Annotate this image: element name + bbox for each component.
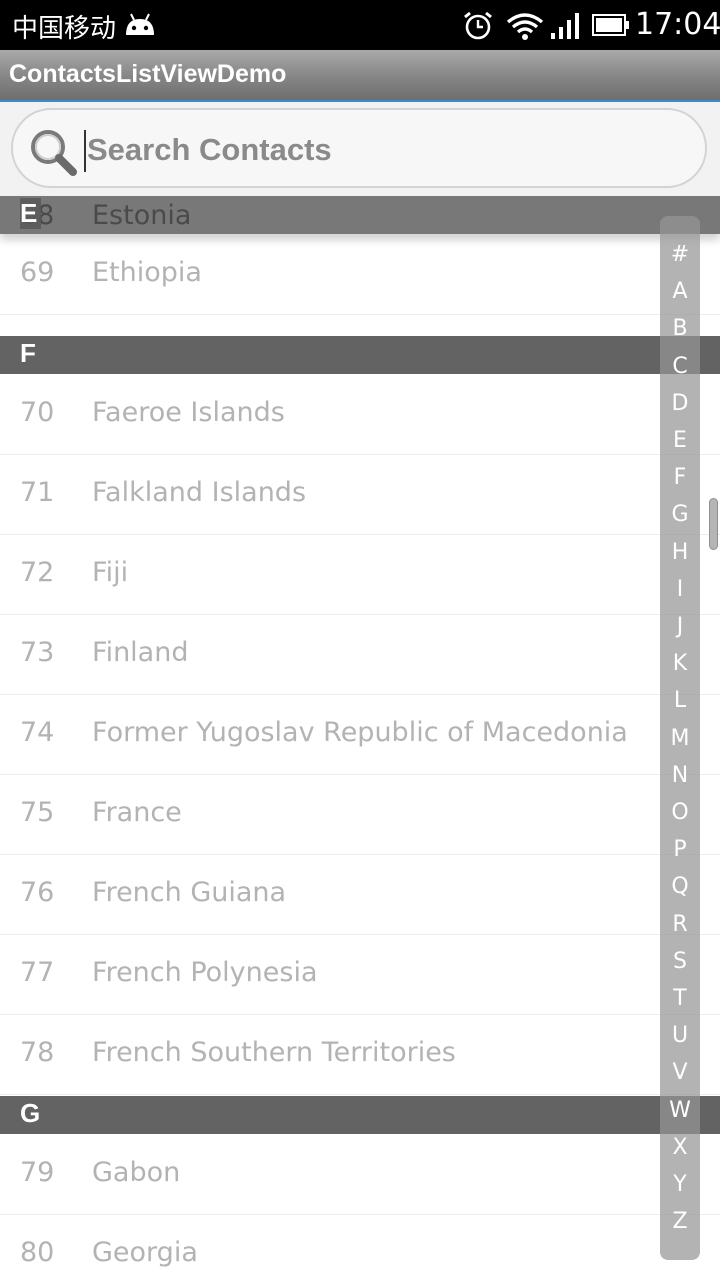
app-title: ContactsListViewDemo	[9, 60, 287, 88]
item-name: Former Yugoslav Republic of Macedonia	[92, 717, 628, 748]
section-letter: G	[20, 1098, 41, 1128]
index-letter-v[interactable]: V	[660, 1060, 700, 1086]
list-item[interactable]: 72 Fiji	[0, 535, 720, 615]
alarm-icon	[464, 11, 492, 40]
index-letter-q[interactable]: Q	[660, 874, 700, 900]
index-letter-d[interactable]: D	[660, 391, 700, 417]
alphabet-index-bar[interactable]: # A B C D E F G H I J K L M N O P Q R S T U V W X Y Z	[660, 216, 700, 1260]
index-letter-m[interactable]: M	[660, 726, 700, 752]
clock: 17:04	[635, 7, 720, 42]
index-letter-l[interactable]: L	[660, 688, 700, 714]
item-number: 69	[20, 257, 55, 288]
item-number: 80	[20, 1237, 55, 1268]
index-letter-i[interactable]: I	[660, 577, 700, 603]
section-header-f: F	[0, 336, 720, 374]
item-name: Fiji	[92, 557, 129, 588]
index-letter-f[interactable]: F	[660, 465, 700, 491]
item-name: French Southern Territories	[92, 1037, 456, 1068]
index-letter-y[interactable]: Y	[660, 1172, 700, 1198]
list-item[interactable]: 78 French Southern Territories	[0, 1015, 720, 1095]
item-number: 78	[20, 1037, 55, 1068]
index-letter-b[interactable]: B	[660, 316, 700, 342]
item-name: Ethiopia	[92, 257, 202, 288]
item-name: Finland	[92, 637, 189, 668]
list-item[interactable]: 70 Faeroe Islands	[0, 375, 720, 455]
item-name: Falkland Islands	[92, 477, 307, 508]
list-item[interactable]: 73 Finland	[0, 615, 720, 695]
index-letter-o[interactable]: O	[660, 800, 700, 826]
index-letter-z[interactable]: Z	[660, 1209, 700, 1235]
list-item[interactable]: 80 Georgia	[0, 1215, 720, 1280]
item-name: French Guiana	[92, 877, 287, 908]
list-item[interactable]: 79 Gabon	[0, 1135, 720, 1215]
index-letter-w[interactable]: W	[660, 1098, 700, 1124]
item-name: France	[92, 797, 182, 828]
list-item[interactable]: 71 Falkland Islands	[0, 455, 720, 535]
list-item[interactable]: 74 Former Yugoslav Republic of Macedonia	[0, 695, 720, 775]
index-letter-a[interactable]: A	[660, 279, 700, 305]
index-letter-h[interactable]: H	[660, 540, 700, 566]
section-letter: E	[20, 198, 42, 229]
list-item[interactable]: 77 French Polynesia	[0, 935, 720, 1015]
item-name: Faeroe Islands	[92, 397, 285, 428]
item-number: 70	[20, 397, 55, 428]
item-name: Georgia	[92, 1237, 198, 1268]
index-letter-hash[interactable]: #	[660, 242, 700, 268]
item-number: 77	[20, 957, 55, 988]
item-number: 72	[20, 557, 55, 588]
item-number: 79	[20, 1157, 55, 1188]
list-item[interactable]: 76 French Guiana	[0, 855, 720, 935]
scrollbar-thumb[interactable]	[709, 498, 718, 550]
item-name: Gabon	[92, 1157, 181, 1188]
section-letter: F	[20, 338, 36, 368]
item-number: 74	[20, 717, 55, 748]
list-item[interactable]: 75 France	[0, 775, 720, 855]
index-letter-e[interactable]: E	[660, 428, 700, 454]
index-letter-u[interactable]: U	[660, 1023, 700, 1049]
search-area	[0, 102, 720, 196]
index-letter-c[interactable]: C	[660, 354, 700, 380]
list-item[interactable]: 69 Ethiopia	[0, 235, 720, 315]
item-name: French Polynesia	[92, 957, 318, 988]
index-letter-r[interactable]: R	[660, 912, 700, 938]
index-letter-g[interactable]: G	[660, 502, 700, 528]
search-icon	[31, 130, 77, 176]
battery-icon	[592, 14, 629, 36]
item-number: 73	[20, 637, 55, 668]
index-letter-j[interactable]: J	[660, 614, 700, 640]
carrier-name: 中国移动	[12, 14, 117, 44]
signal-icon	[551, 13, 579, 39]
item-number: 71	[20, 477, 55, 508]
search-box[interactable]	[11, 108, 707, 188]
action-bar: ContactsListViewDemo	[0, 50, 720, 102]
partial-item-name: Estonia	[92, 200, 192, 231]
item-number: 75	[20, 797, 55, 828]
index-letter-k[interactable]: K	[660, 651, 700, 677]
search-input[interactable]	[85, 124, 649, 176]
contacts-list[interactable]: 69 Ethiopia F 70 Faeroe Islands 71 Falkl…	[0, 196, 720, 1280]
item-number: 76	[20, 877, 55, 908]
index-letter-t[interactable]: T	[660, 986, 700, 1012]
pinned-section-header: 68 Estonia E	[0, 196, 720, 234]
status-bar: 中国移动 17:04	[0, 0, 720, 50]
index-letter-s[interactable]: S	[660, 949, 700, 975]
index-letter-x[interactable]: X	[660, 1135, 700, 1161]
index-letter-p[interactable]: P	[660, 837, 700, 863]
android-icon	[126, 13, 154, 35]
section-header-g: G	[0, 1096, 720, 1134]
wifi-icon	[506, 13, 544, 40]
index-letter-n[interactable]: N	[660, 763, 700, 789]
